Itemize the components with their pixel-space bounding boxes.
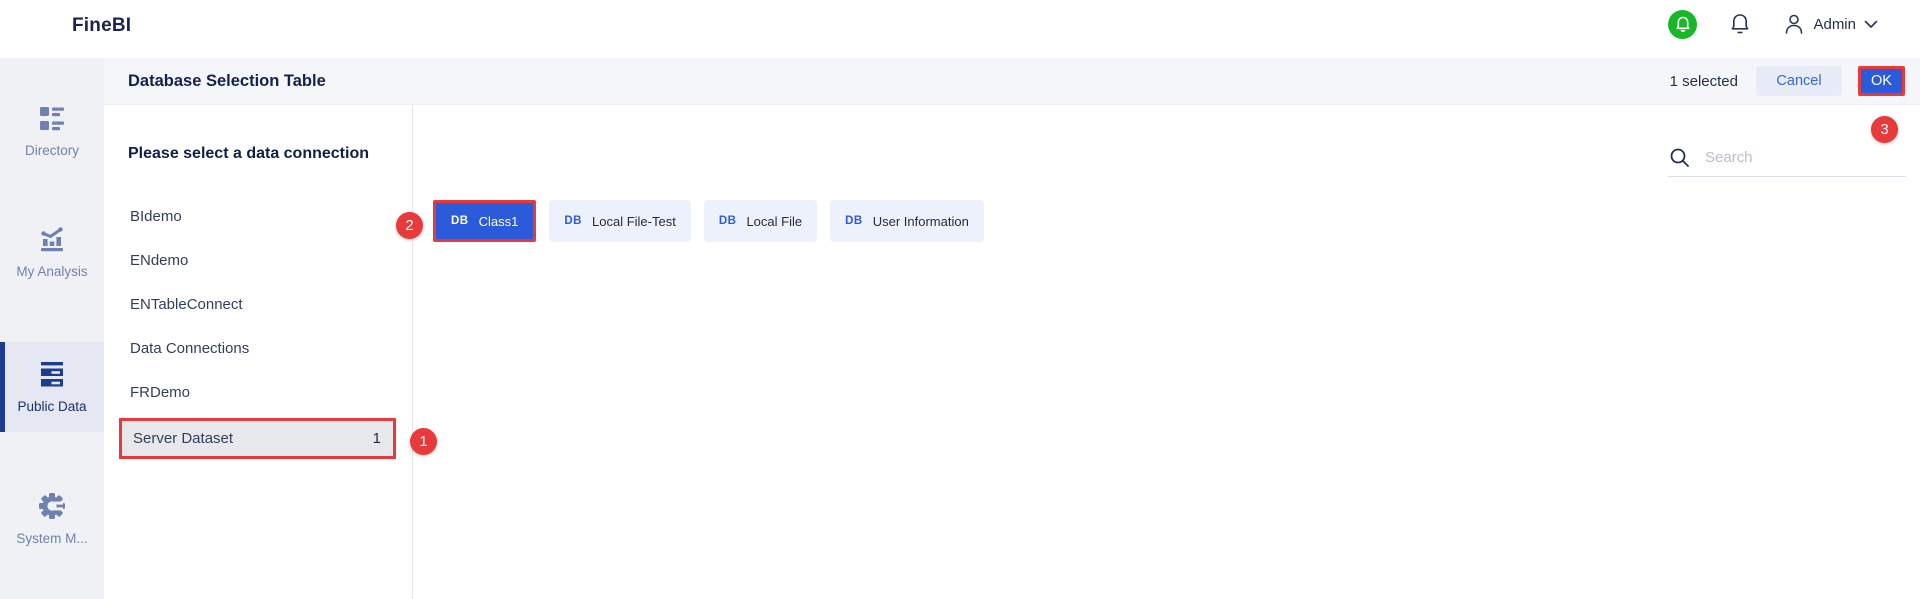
topbar: FineBI Admin [0,0,1920,58]
ok-button[interactable]: OK [1858,66,1905,96]
sidebar-item-label: Directory [24,143,79,158]
sidebar-item-system-management[interactable]: System M... [0,473,104,565]
annotation-step-1-badge: 1 [410,428,437,455]
directory-icon [40,107,64,131]
table-chip-label: Local File-Test [592,213,676,229]
connection-label: BIdemo [130,207,182,225]
panel-heading: Please select a data connection [128,145,369,162]
database-icon: DB [451,215,469,227]
dialog-actions: 1 selected Cancel OK [1670,66,1905,96]
connection-item-data-connections[interactable]: Data Connections [104,326,412,370]
connection-label: FRDemo [130,383,191,401]
annotation-step-2-badge: 2 [396,212,423,239]
connection-item-endemo[interactable]: ENdemo [104,238,412,282]
table-chip-class1[interactable]: DB Class1 [433,200,537,242]
table-chip-label: User Information [872,213,969,229]
connection-item-entableconnect[interactable]: ENTableConnect [104,282,412,326]
sidebar-item-directory[interactable]: Directory [0,86,104,178]
table-chip-user-information[interactable]: DB User Information [830,200,984,242]
connection-label: Server Dataset [133,430,234,447]
connection-item-frdemo[interactable]: FRDemo [104,370,412,414]
sidebar-item-my-analysis[interactable]: My Analysis [0,206,104,298]
dialog-header: Database Selection Table 1 selected Canc… [104,58,1920,105]
database-icon: DB [718,215,737,227]
user-name: Admin [1813,15,1856,33]
sidebar-item-public-data[interactable]: Public Data [0,342,104,432]
connection-list: BIdemo ENdemo ENTableConnect Data Connec… [104,194,412,459]
table-selection-area: DB Class1 DB Local File-Test DB Local Fi… [414,105,1920,599]
public-data-icon [41,361,63,386]
gear-icon [39,493,65,519]
selected-count: 1 selected [1669,72,1738,90]
sidebar-item-label: System M... [16,531,88,546]
page-title: Database Selection Table [128,71,326,90]
user-icon [1786,14,1803,34]
selected-item-count: 1 [372,430,381,447]
cancel-button[interactable]: Cancel [1756,66,1842,96]
database-icon: DB [845,215,863,227]
connection-label: ENdemo [130,251,189,269]
table-chip-local-file-test[interactable]: DB Local File-Test [549,200,691,242]
sidebar-item-label: Public Data [17,398,87,414]
notification-active-icon[interactable] [1668,9,1698,39]
app-logo: FineBI [72,15,132,36]
table-chip-label: Class1 [478,213,519,229]
connection-label: ENTableConnect [130,295,243,313]
notification-bell-icon[interactable] [1729,12,1751,36]
chevron-down-icon [1864,20,1878,28]
annotation-step-3-badge: 3 [1871,116,1898,143]
analysis-icon [41,227,63,252]
search-input[interactable] [1705,149,1906,166]
connection-label: Data Connections [130,339,250,357]
table-chip-local-file[interactable]: DB Local File [703,200,818,242]
bell-icon [1676,16,1690,32]
search-icon [1670,148,1689,167]
table-chip-label: Local File [746,213,803,229]
search-box[interactable] [1668,139,1906,177]
data-connection-panel: Please select a data connection BIdemo E… [104,105,413,599]
table-chips: DB Class1 DB Local File-Test DB Local Fi… [433,200,984,242]
topbar-actions: Admin [1668,7,1878,41]
sidebar-item-label: My Analysis [16,264,88,279]
database-icon: DB [564,215,582,227]
connection-item-bidemo[interactable]: BIdemo [104,194,412,238]
sidebar: Directory My Analysis Public Data System… [0,58,104,599]
connection-item-server-dataset[interactable]: Server Dataset 1 [119,418,396,459]
user-menu[interactable]: Admin [1783,12,1878,36]
